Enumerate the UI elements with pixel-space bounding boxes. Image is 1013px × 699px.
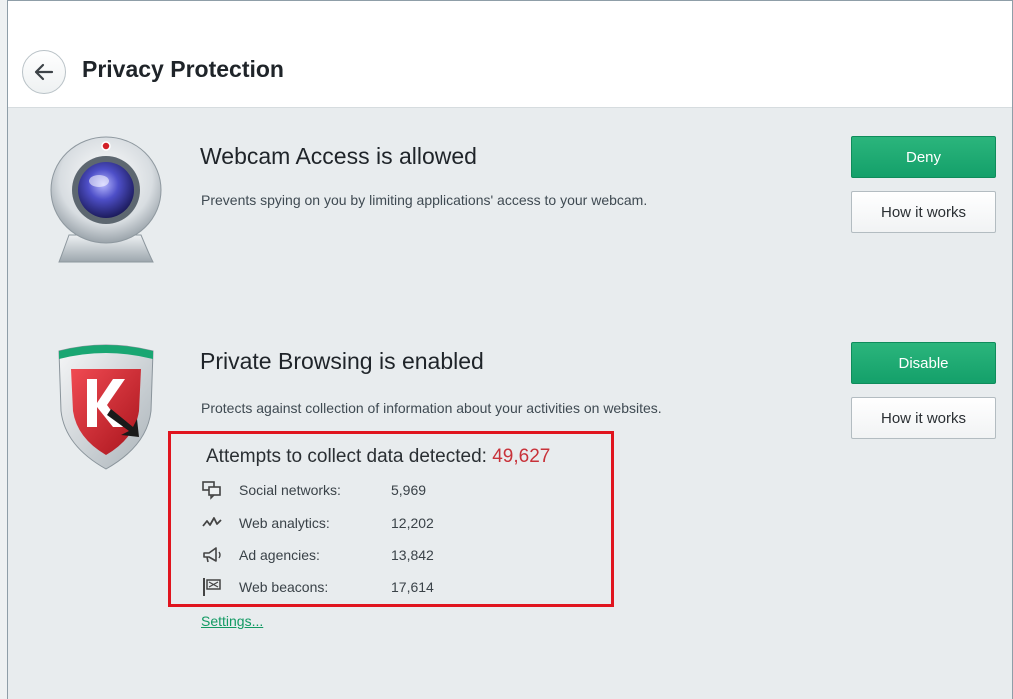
settings-link[interactable]: Settings... [201,613,263,629]
private-browsing-description: Protects against collection of informati… [201,400,662,416]
webcam-how-it-works-button[interactable]: How it works [851,191,996,233]
attempts-summary: Attempts to collect data detected: 49,62… [206,446,550,468]
attempts-label: Attempts to collect data detected: [206,446,487,467]
stat-label: Web beacons: [239,579,329,595]
disable-button[interactable]: Disable [851,342,996,384]
stat-label: Social networks: [239,482,341,498]
web-analytics-icon [202,517,222,527]
app-window: Privacy Protection Webcam Access is allo… [7,0,1013,699]
webcam-icon [50,136,162,263]
browsing-how-it-works-button[interactable]: How it works [851,397,996,439]
stat-value: 12,202 [391,515,434,531]
tracking-stats-box: Attempts to collect data detected: 49,62… [168,431,614,607]
arrow-left-icon [34,63,54,81]
page-title: Privacy Protection [82,56,284,82]
stat-value: 17,614 [391,579,434,595]
ad-agencies-icon [203,547,221,563]
deny-button[interactable]: Deny [851,136,996,178]
webcam-description: Prevents spying on you by limiting appli… [201,192,648,208]
back-button[interactable] [22,50,66,94]
stat-value: 13,842 [391,547,434,563]
webcam-title: Webcam Access is allowed [200,143,477,169]
kaspersky-shield-icon [58,344,154,470]
stat-value: 5,969 [391,482,427,498]
social-networks-icon [202,481,221,500]
stat-label: Ad agencies: [239,547,320,563]
header: Privacy Protection [8,1,1012,108]
stat-label: Web analytics: [239,515,330,531]
web-beacons-icon [203,578,221,596]
private-browsing-title: Private Browsing is enabled [200,348,484,374]
attempts-total: 49,627 [492,446,551,467]
